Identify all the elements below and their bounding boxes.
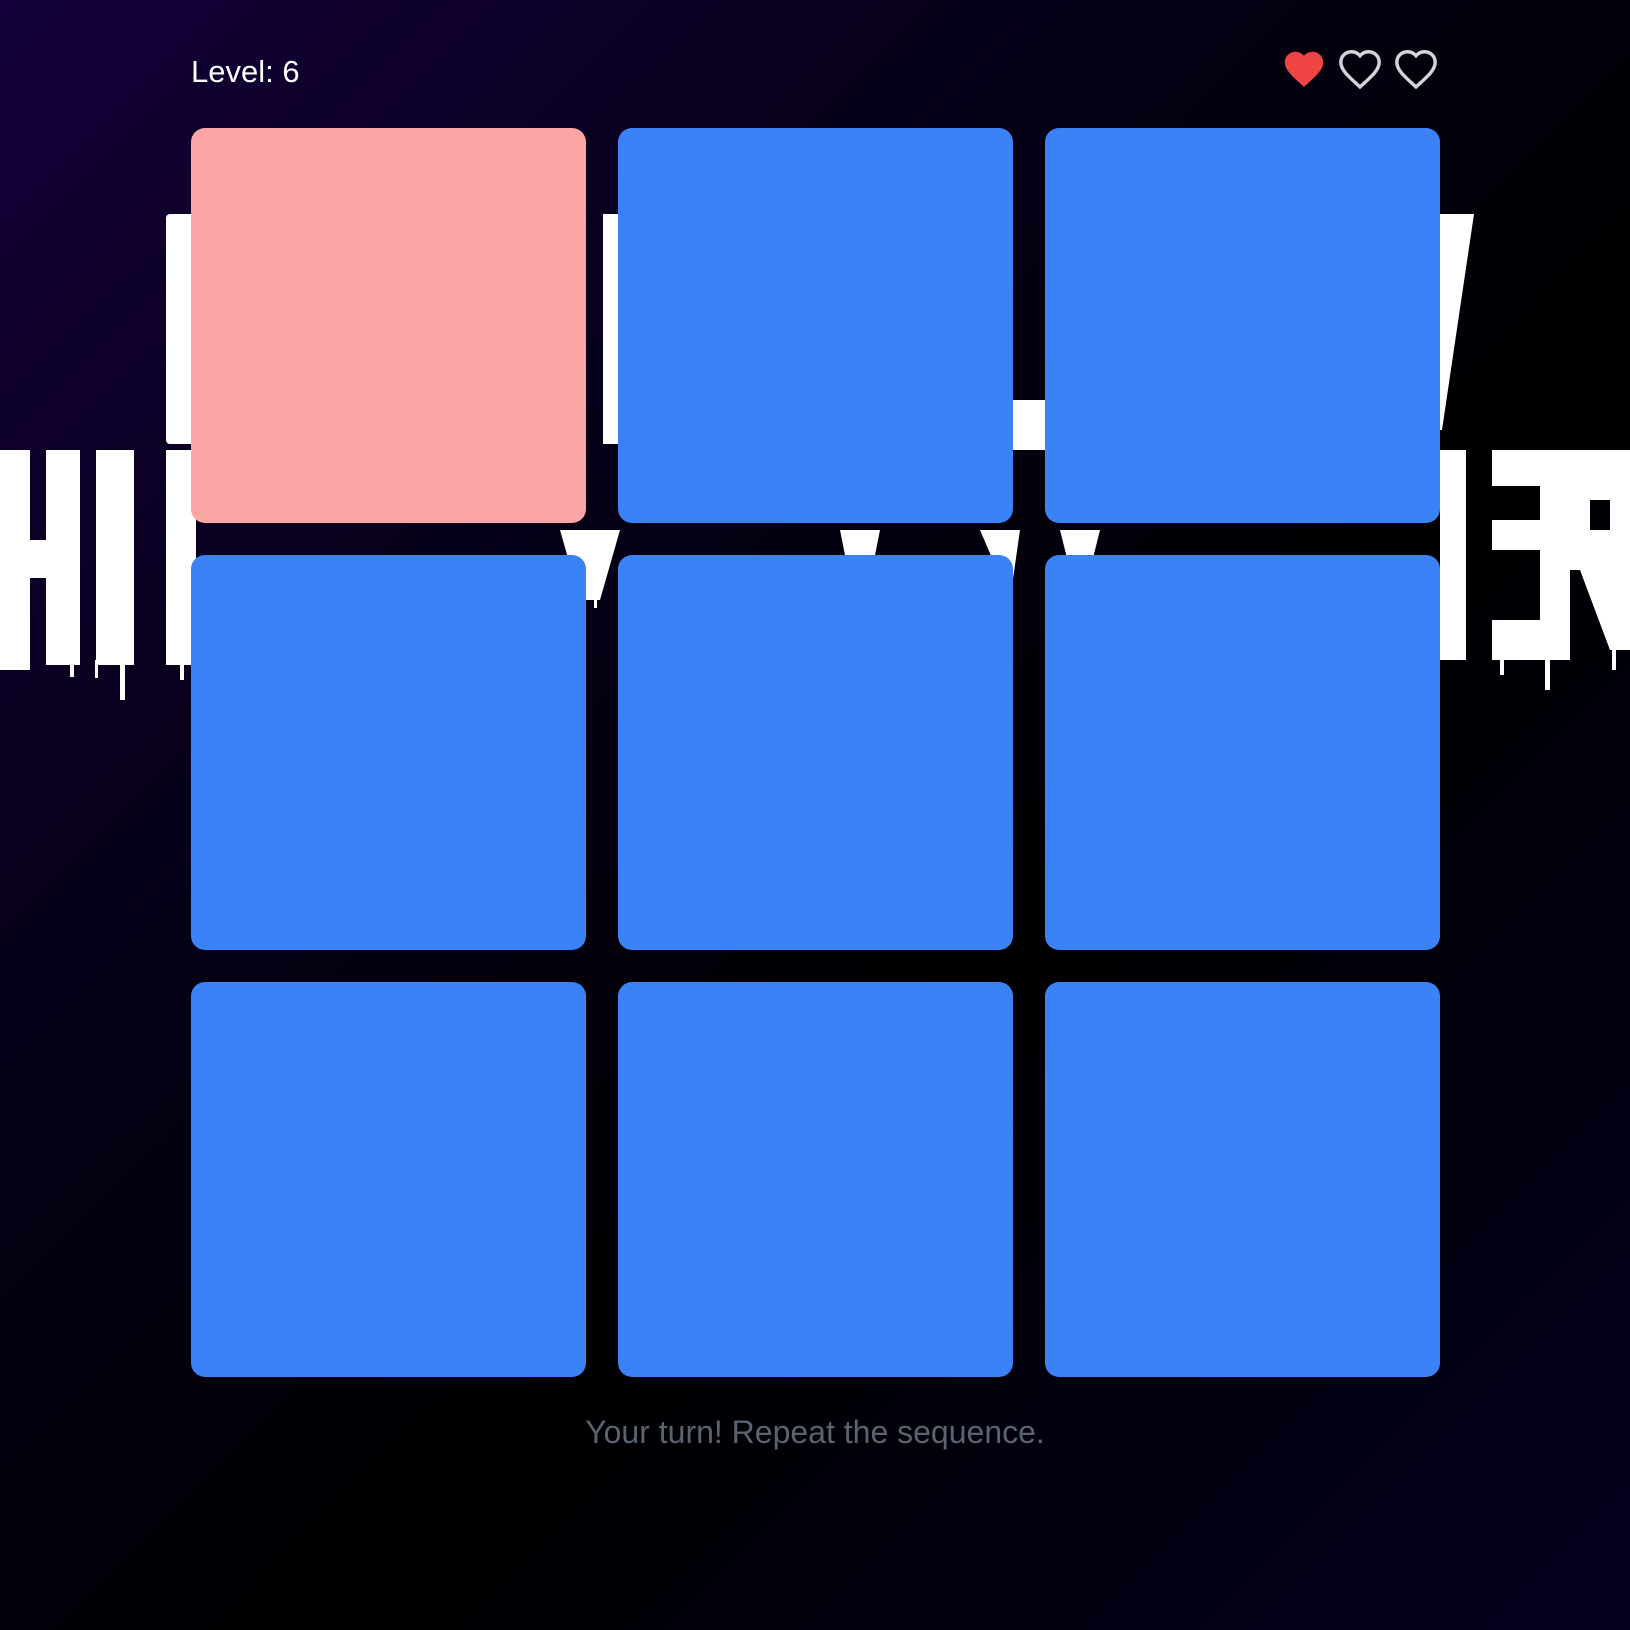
tile[interactable] — [1045, 128, 1440, 523]
lives-display — [1281, 46, 1439, 92]
heart-empty-icon — [1395, 50, 1437, 90]
tile[interactable] — [1045, 982, 1440, 1377]
tile[interactable] — [191, 555, 586, 950]
tile[interactable] — [618, 555, 1013, 950]
tile-active[interactable] — [191, 128, 586, 523]
tile[interactable] — [618, 982, 1013, 1377]
game-hud: Level: 6 — [191, 46, 1439, 98]
tile[interactable] — [191, 982, 586, 1377]
heart-empty-icon — [1339, 50, 1381, 90]
level-indicator: Level: 6 — [191, 54, 300, 89]
heart-filled-icon — [1284, 51, 1324, 87]
tile[interactable] — [618, 128, 1013, 523]
tile[interactable] — [1045, 555, 1440, 950]
status-message: Your turn! Repeat the sequence. — [585, 1414, 1045, 1450]
tile-grid — [191, 128, 1440, 1377]
